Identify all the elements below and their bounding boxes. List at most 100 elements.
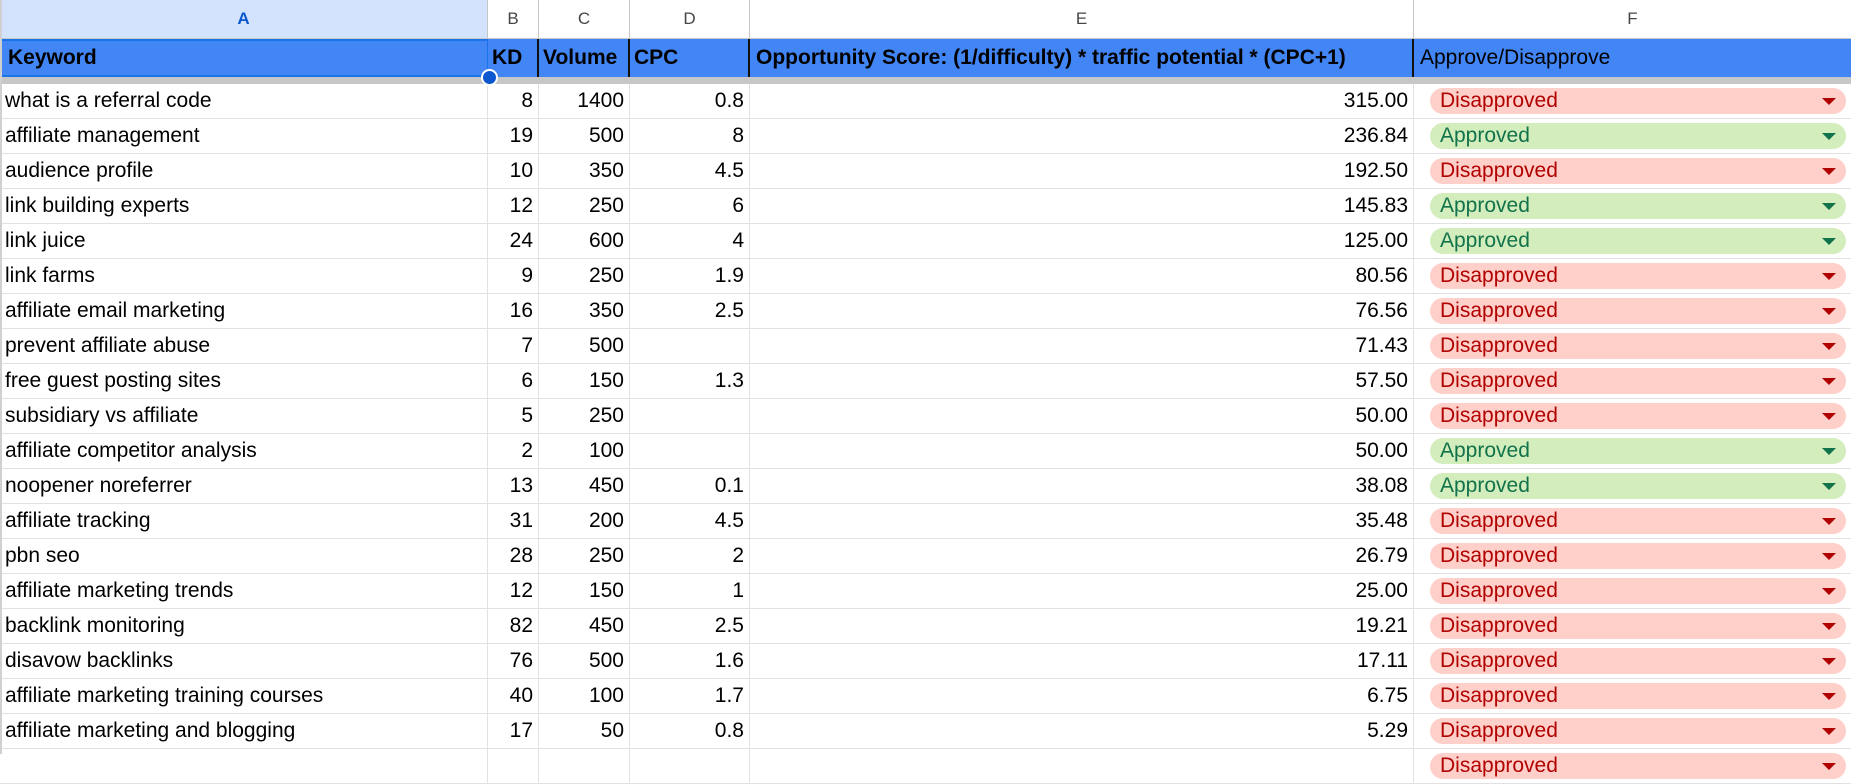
kd-cell[interactable]: 6 (488, 364, 539, 398)
status-dropdown-chip[interactable]: Disapproved (1430, 403, 1846, 429)
cpc-cell[interactable] (630, 399, 750, 433)
status-dropdown-chip[interactable]: Approved (1430, 473, 1846, 499)
column-header-d[interactable]: D (630, 0, 750, 38)
approval-cell[interactable]: Disapproved (1414, 574, 1851, 608)
kd-cell[interactable]: 31 (488, 504, 539, 538)
approval-cell[interactable]: Disapproved (1414, 539, 1851, 573)
keyword-cell[interactable]: noopener noreferrer (0, 469, 488, 503)
volume-cell[interactable]: 200 (539, 504, 630, 538)
opportunity-score-cell[interactable] (750, 749, 1414, 783)
opportunity-score-cell[interactable]: 80.56 (750, 259, 1414, 293)
dropdown-caret-icon[interactable] (1822, 202, 1836, 210)
column-header-b[interactable]: B (488, 0, 539, 38)
approval-cell[interactable]: Disapproved (1414, 644, 1851, 678)
opportunity-score-cell[interactable]: 125.00 (750, 224, 1414, 258)
kd-cell[interactable]: 28 (488, 539, 539, 573)
column-header-c[interactable]: C (539, 0, 630, 38)
keyword-cell[interactable]: link building experts (0, 189, 488, 223)
approval-cell[interactable]: Disapproved (1414, 329, 1851, 363)
kd-cell[interactable]: 82 (488, 609, 539, 643)
approval-cell[interactable]: Approved (1414, 119, 1851, 153)
cpc-cell[interactable]: 0.1 (630, 469, 750, 503)
cpc-cell[interactable] (630, 749, 750, 783)
dropdown-caret-icon[interactable] (1822, 237, 1836, 245)
cpc-cell[interactable]: 2.5 (630, 609, 750, 643)
dropdown-caret-icon[interactable] (1822, 342, 1836, 350)
dropdown-caret-icon[interactable] (1822, 167, 1836, 175)
kd-cell[interactable]: 40 (488, 679, 539, 713)
cpc-cell[interactable]: 0.8 (630, 84, 750, 118)
dropdown-caret-icon[interactable] (1822, 97, 1836, 105)
column-header-f[interactable]: F (1414, 0, 1851, 38)
cpc-cell[interactable]: 6 (630, 189, 750, 223)
opportunity-score-cell[interactable]: 6.75 (750, 679, 1414, 713)
volume-cell[interactable]: 250 (539, 259, 630, 293)
cpc-cell[interactable]: 4.5 (630, 154, 750, 188)
volume-cell[interactable]: 350 (539, 294, 630, 328)
approval-cell[interactable]: Disapproved (1414, 749, 1851, 783)
opportunity-score-cell[interactable]: 57.50 (750, 364, 1414, 398)
approval-cell[interactable]: Disapproved (1414, 84, 1851, 118)
kd-cell[interactable]: 8 (488, 84, 539, 118)
status-dropdown-chip[interactable]: Disapproved (1430, 753, 1846, 779)
keyword-cell[interactable] (0, 749, 488, 783)
opportunity-score-cell[interactable]: 38.08 (750, 469, 1414, 503)
header-cell-approve-disapprove[interactable]: Approve/Disapprove (1414, 39, 1851, 77)
dropdown-caret-icon[interactable] (1822, 622, 1836, 630)
opportunity-score-cell[interactable]: 315.00 (750, 84, 1414, 118)
approval-cell[interactable]: Disapproved (1414, 364, 1851, 398)
opportunity-score-cell[interactable]: 192.50 (750, 154, 1414, 188)
dropdown-caret-icon[interactable] (1822, 482, 1836, 490)
kd-cell[interactable]: 76 (488, 644, 539, 678)
kd-cell[interactable]: 12 (488, 574, 539, 608)
kd-cell[interactable]: 13 (488, 469, 539, 503)
volume-cell[interactable]: 600 (539, 224, 630, 258)
approval-cell[interactable]: Disapproved (1414, 504, 1851, 538)
keyword-cell[interactable]: disavow backlinks (0, 644, 488, 678)
approval-cell[interactable]: Disapproved (1414, 154, 1851, 188)
status-dropdown-chip[interactable]: Disapproved (1430, 88, 1846, 114)
kd-cell[interactable]: 17 (488, 714, 539, 748)
approval-cell[interactable]: Approved (1414, 224, 1851, 258)
volume-cell[interactable]: 100 (539, 679, 630, 713)
status-dropdown-chip[interactable]: Disapproved (1430, 298, 1846, 324)
dropdown-caret-icon[interactable] (1822, 657, 1836, 665)
cpc-cell[interactable]: 2 (630, 539, 750, 573)
opportunity-score-cell[interactable]: 76.56 (750, 294, 1414, 328)
volume-cell[interactable]: 250 (539, 189, 630, 223)
dropdown-caret-icon[interactable] (1822, 587, 1836, 595)
opportunity-score-cell[interactable]: 26.79 (750, 539, 1414, 573)
approval-cell[interactable]: Disapproved (1414, 714, 1851, 748)
cpc-cell[interactable]: 8 (630, 119, 750, 153)
column-header-e[interactable]: E (750, 0, 1414, 38)
opportunity-score-cell[interactable]: 19.21 (750, 609, 1414, 643)
cpc-cell[interactable] (630, 434, 750, 468)
dropdown-caret-icon[interactable] (1822, 762, 1836, 770)
dropdown-caret-icon[interactable] (1822, 412, 1836, 420)
kd-cell[interactable] (488, 749, 539, 783)
volume-cell[interactable]: 250 (539, 539, 630, 573)
kd-cell[interactable]: 9 (488, 259, 539, 293)
approval-cell[interactable]: Approved (1414, 434, 1851, 468)
opportunity-score-cell[interactable]: 25.00 (750, 574, 1414, 608)
keyword-cell[interactable]: link farms (0, 259, 488, 293)
column-header-a[interactable]: A (0, 0, 488, 38)
status-dropdown-chip[interactable]: Disapproved (1430, 508, 1846, 534)
approval-cell[interactable]: Approved (1414, 189, 1851, 223)
kd-cell[interactable]: 19 (488, 119, 539, 153)
frozen-row-divider[interactable] (0, 77, 1851, 84)
keyword-cell[interactable]: backlink monitoring (0, 609, 488, 643)
opportunity-score-cell[interactable]: 50.00 (750, 434, 1414, 468)
kd-cell[interactable]: 7 (488, 329, 539, 363)
status-dropdown-chip[interactable]: Approved (1430, 193, 1846, 219)
header-cell-cpc[interactable]: CPC (630, 39, 750, 77)
volume-cell[interactable]: 500 (539, 644, 630, 678)
volume-cell[interactable]: 450 (539, 469, 630, 503)
header-cell-keyword[interactable]: Keyword (0, 39, 488, 77)
status-dropdown-chip[interactable]: Disapproved (1430, 158, 1846, 184)
volume-cell[interactable]: 350 (539, 154, 630, 188)
approval-cell[interactable]: Disapproved (1414, 259, 1851, 293)
approval-cell[interactable]: Disapproved (1414, 679, 1851, 713)
status-dropdown-chip[interactable]: Disapproved (1430, 683, 1846, 709)
cpc-cell[interactable]: 1.9 (630, 259, 750, 293)
